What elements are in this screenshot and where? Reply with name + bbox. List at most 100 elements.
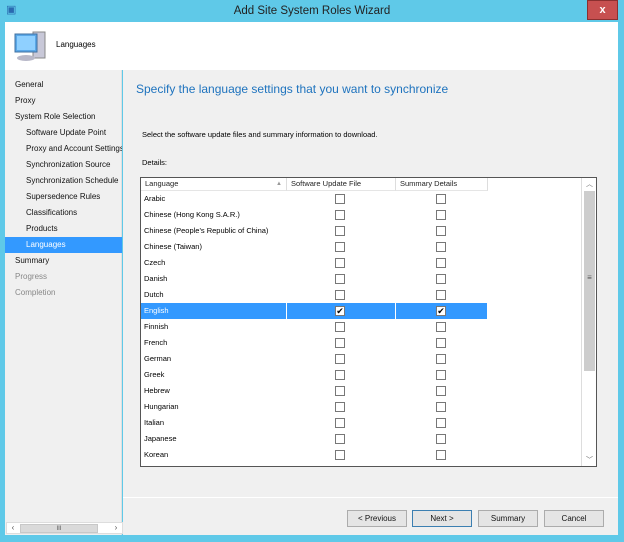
summary-details-checkbox[interactable] xyxy=(436,210,446,220)
nav-item-synchronization-schedule[interactable]: Synchronization Schedule xyxy=(5,173,122,189)
wizard-header: Languages xyxy=(5,22,618,70)
table-row[interactable]: Dutch xyxy=(141,287,487,303)
language-name: Arabic xyxy=(144,194,166,203)
table-row[interactable]: Korean xyxy=(141,447,487,463)
table-vertical-scrollbar[interactable]: ︿ ≡ ﹀ xyxy=(581,178,596,466)
software-update-file-checkbox[interactable] xyxy=(335,450,345,460)
language-name: Italian xyxy=(144,418,165,427)
summary-details-checkbox[interactable] xyxy=(436,258,446,268)
nav-item-classifications[interactable]: Classifications xyxy=(5,205,122,221)
language-name: Finnish xyxy=(144,322,169,331)
summary-details-checkbox[interactable] xyxy=(436,450,446,460)
nav-item-software-update-point[interactable]: Software Update Point xyxy=(5,125,122,141)
nav-item-general[interactable]: General xyxy=(5,77,122,93)
scroll-right-icon[interactable]: › xyxy=(110,523,122,533)
instruction-text: Select the software update files and sum… xyxy=(142,130,378,139)
nav-item-proxy[interactable]: Proxy xyxy=(5,93,122,109)
language-name: Czech xyxy=(144,258,166,267)
summary-details-checkbox[interactable] xyxy=(436,434,446,444)
software-update-file-checkbox[interactable] xyxy=(335,370,345,380)
scroll-down-icon[interactable]: ﹀ xyxy=(582,455,596,465)
divider xyxy=(395,303,396,319)
table-row[interactable]: Hungarian xyxy=(141,399,487,415)
table-row[interactable]: Finnish xyxy=(141,319,487,335)
nav-item-products[interactable]: Products xyxy=(5,221,122,237)
summary-details-checkbox[interactable] xyxy=(436,194,446,204)
scroll-left-icon[interactable]: ‹ xyxy=(7,523,19,533)
nav-item-languages[interactable]: Languages xyxy=(5,237,122,253)
software-update-file-checkbox[interactable] xyxy=(335,290,345,300)
table-row[interactable]: Danish xyxy=(141,271,487,287)
nav-item-proxy-and-account-settings[interactable]: Proxy and Account Settings xyxy=(5,141,122,157)
software-update-file-checkbox[interactable] xyxy=(335,210,345,220)
column-label: Language xyxy=(145,179,179,188)
summary-details-checkbox[interactable] xyxy=(436,274,446,284)
nav-item-supersedence-rules[interactable]: Supersedence Rules xyxy=(5,189,122,205)
details-label: Details: xyxy=(142,158,168,167)
summary-details-checkbox[interactable] xyxy=(436,370,446,380)
software-update-file-checkbox[interactable] xyxy=(335,242,345,252)
page-title: Languages xyxy=(56,40,96,49)
nav-horizontal-scrollbar[interactable]: ‹ III › xyxy=(6,522,123,534)
software-update-file-checkbox[interactable] xyxy=(335,434,345,444)
software-update-file-checkbox[interactable] xyxy=(335,322,345,332)
language-name: Greek xyxy=(144,370,165,379)
section-heading: Specify the language settings that you w… xyxy=(136,82,449,96)
close-button[interactable]: x xyxy=(587,0,618,20)
software-update-file-checkbox[interactable] xyxy=(335,402,345,412)
language-name: French xyxy=(144,338,168,347)
table-row[interactable]: Arabic xyxy=(141,191,487,207)
summary-details-checkbox[interactable] xyxy=(436,322,446,332)
table-row[interactable]: Italian xyxy=(141,415,487,431)
language-name: English xyxy=(144,306,169,315)
languages-table: Language ▲ Software Update File Summary D… xyxy=(140,177,597,467)
software-update-file-checkbox[interactable]: ✔ xyxy=(335,306,345,316)
table-row[interactable]: Chinese (Hong Kong S.A.R.) xyxy=(141,207,487,223)
software-update-file-checkbox[interactable] xyxy=(335,258,345,268)
language-name: Dutch xyxy=(144,290,164,299)
summary-details-checkbox[interactable] xyxy=(436,418,446,428)
language-name: Chinese (Hong Kong S.A.R.) xyxy=(144,210,240,219)
software-update-file-checkbox[interactable] xyxy=(335,418,345,428)
table-row[interactable]: Greek xyxy=(141,367,487,383)
summary-details-checkbox[interactable]: ✔ xyxy=(436,306,446,316)
table-row[interactable]: Chinese (Taiwan) xyxy=(141,239,487,255)
language-name: Korean xyxy=(144,450,169,459)
summary-details-checkbox[interactable] xyxy=(436,290,446,300)
scroll-thumb[interactable]: III xyxy=(20,524,98,533)
software-update-file-checkbox[interactable] xyxy=(335,354,345,364)
software-update-file-checkbox[interactable] xyxy=(335,194,345,204)
column-header-language[interactable]: Language ▲ xyxy=(141,178,287,191)
software-update-file-checkbox[interactable] xyxy=(335,226,345,236)
next-button[interactable]: Next > xyxy=(412,510,472,527)
summary-details-checkbox[interactable] xyxy=(436,242,446,252)
nav-item-completion: Completion xyxy=(15,288,56,297)
cancel-button[interactable]: Cancel xyxy=(544,510,604,527)
nav-item-summary[interactable]: Summary xyxy=(5,253,122,269)
summary-button[interactable]: Summary xyxy=(478,510,538,527)
divider xyxy=(286,303,287,319)
table-row[interactable]: German xyxy=(141,351,487,367)
summary-details-checkbox[interactable] xyxy=(436,386,446,396)
table-row[interactable]: Hebrew xyxy=(141,383,487,399)
summary-details-checkbox[interactable] xyxy=(436,354,446,364)
scroll-up-icon[interactable]: ︿ xyxy=(582,179,596,189)
software-update-file-checkbox[interactable] xyxy=(335,274,345,284)
nav-item-system-role-selection[interactable]: System Role Selection xyxy=(5,109,122,125)
table-row[interactable]: English ✔ ✔ xyxy=(141,303,487,319)
language-name: Japanese xyxy=(144,434,177,443)
software-update-file-checkbox[interactable] xyxy=(335,386,345,396)
divider xyxy=(123,497,618,498)
column-header-summary-details[interactable]: Summary Details xyxy=(396,178,488,191)
table-row[interactable]: Chinese (People's Republic of China) xyxy=(141,223,487,239)
summary-details-checkbox[interactable] xyxy=(436,226,446,236)
summary-details-checkbox[interactable] xyxy=(436,402,446,412)
software-update-file-checkbox[interactable] xyxy=(335,338,345,348)
table-row[interactable]: French xyxy=(141,335,487,351)
summary-details-checkbox[interactable] xyxy=(436,338,446,348)
nav-item-synchronization-source[interactable]: Synchronization Source xyxy=(5,157,122,173)
previous-button[interactable]: < Previous xyxy=(347,510,407,527)
table-row[interactable]: Czech xyxy=(141,255,487,271)
table-row[interactable]: Japanese xyxy=(141,431,487,447)
column-header-software-update-file[interactable]: Software Update File xyxy=(287,178,396,191)
